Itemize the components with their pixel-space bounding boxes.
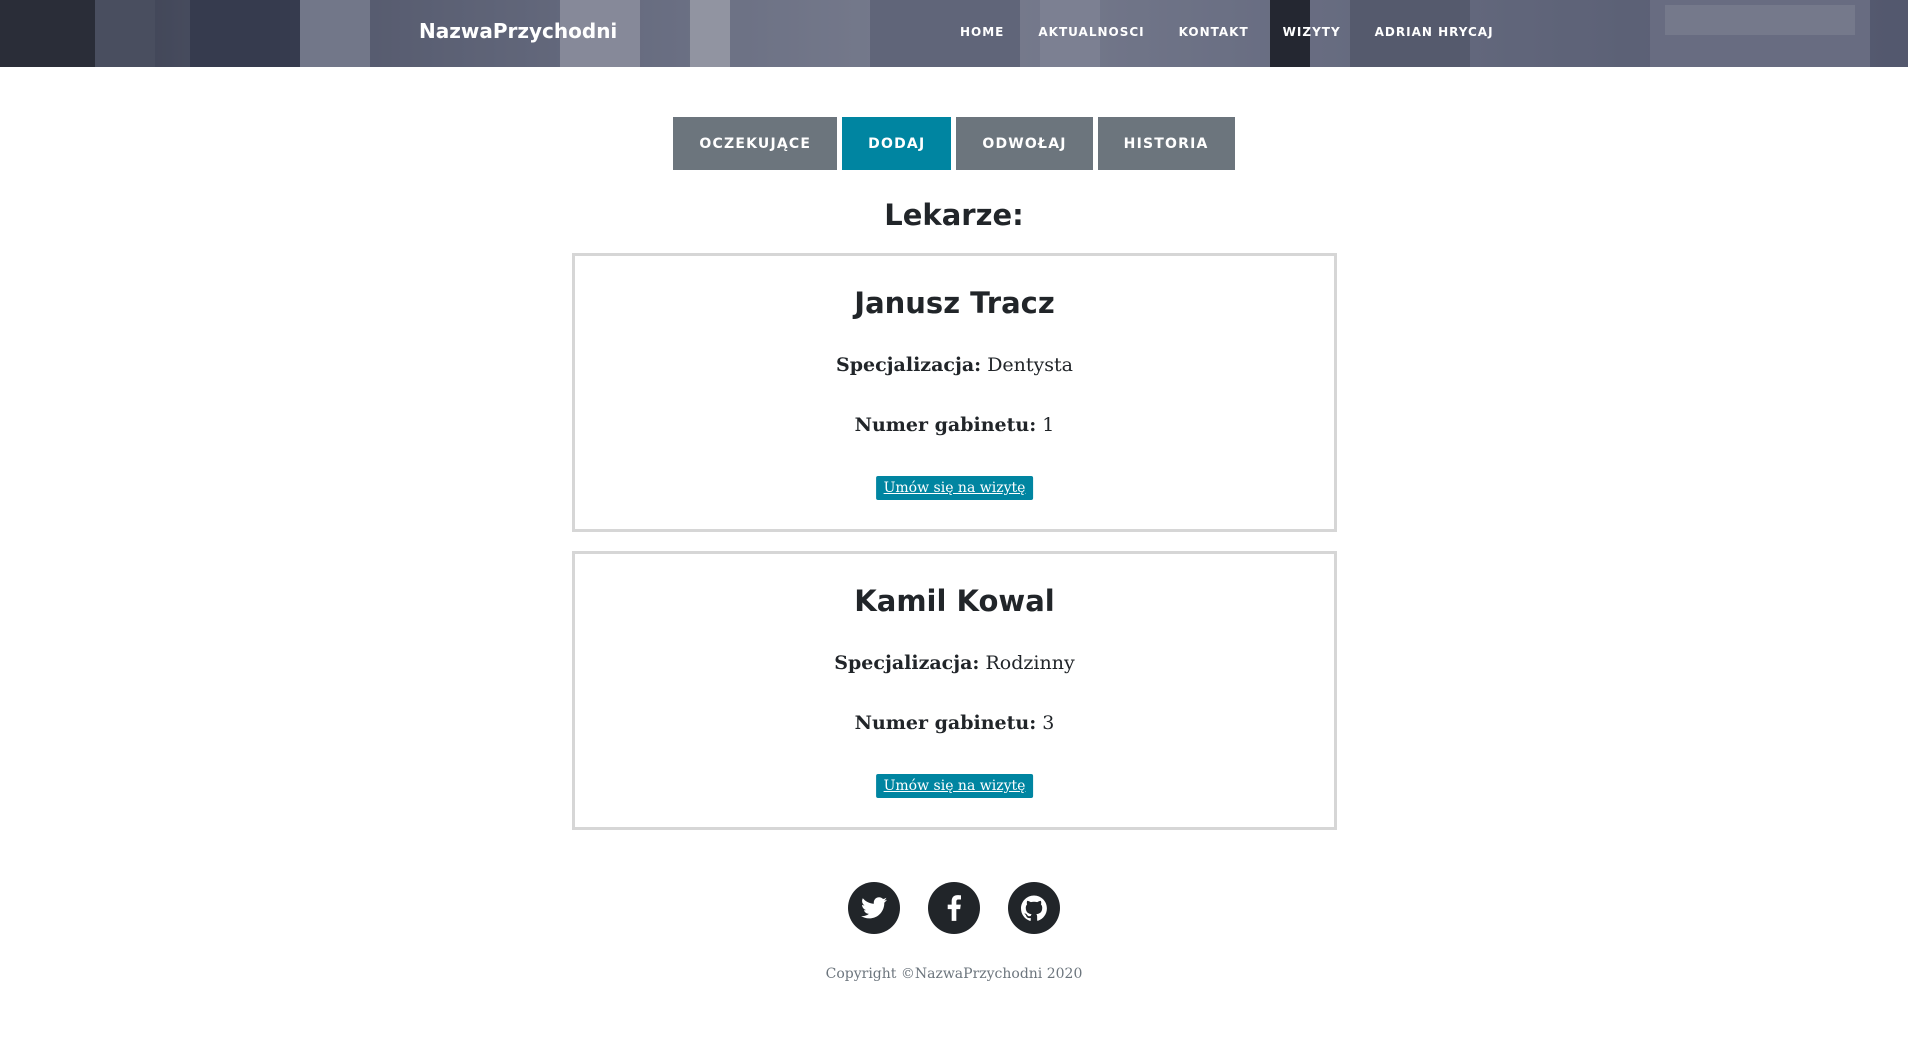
twitter-link[interactable] [848, 882, 900, 934]
brand-logo-link[interactable]: NazwaPrzychodni [419, 19, 617, 43]
twitter-icon [861, 897, 887, 919]
facebook-link[interactable] [928, 882, 980, 934]
specialization-label: Specjalizacja: [834, 652, 980, 674]
nav-link-user-account[interactable]: ADRIAN HRYCAJ [1375, 25, 1494, 39]
github-icon [1021, 895, 1047, 921]
doctor-name: Janusz Tracz [854, 286, 1055, 320]
tab-oczekujace[interactable]: OCZEKUJĄCE [673, 117, 838, 170]
visit-tabs: OCZEKUJĄCE DODAJ ODWOŁAJ HISTORIA [0, 117, 1908, 170]
doctor-card: Janusz Tracz Specjalizacja: Dentysta Num… [572, 253, 1337, 532]
nav-link-aktualnosci[interactable]: AKTUALNOSCI [1038, 25, 1144, 39]
tab-odwolaj[interactable]: ODWOŁAJ [956, 117, 1093, 170]
doctor-room: Numer gabinetu: 3 [575, 712, 1334, 734]
doctor-room: Numer gabinetu: 1 [575, 414, 1334, 436]
room-value: 1 [1042, 414, 1055, 436]
room-value: 3 [1042, 712, 1055, 734]
doctor-name: Kamil Kowal [854, 584, 1055, 618]
doctor-specialization: Specjalizacja: Dentysta [575, 354, 1334, 376]
nav-link-home[interactable]: HOME [960, 25, 1004, 39]
doctor-specialization: Specjalizacja: Rodzinny [575, 652, 1334, 674]
doctor-card: Kamil Kowal Specjalizacja: Rodzinny Nume… [572, 551, 1337, 830]
room-label: Numer gabinetu: [854, 712, 1037, 734]
navbar: NazwaPrzychodni HOME AKTUALNOSCI KONTAKT… [0, 0, 1908, 67]
specialization-label: Specjalizacja: [836, 354, 982, 376]
book-visit-button[interactable]: Umów się na wizytę [875, 774, 1034, 798]
facebook-icon [947, 895, 961, 921]
tab-dodaj[interactable]: DODAJ [842, 117, 952, 170]
room-label: Numer gabinetu: [854, 414, 1037, 436]
section-title: Lekarze: [884, 198, 1024, 232]
specialization-value: Rodzinny [985, 652, 1075, 674]
main-nav: HOME AKTUALNOSCI KONTAKT WIZYTY ADRIAN H… [940, 25, 1494, 39]
specialization-value: Dentysta [987, 354, 1073, 376]
nav-link-wizyty[interactable]: WIZYTY [1283, 25, 1341, 39]
copyright-text: Copyright ©NazwaPrzychodni 2020 [825, 966, 1083, 982]
github-link[interactable] [1008, 882, 1060, 934]
book-visit-button[interactable]: Umów się na wizytę [875, 476, 1034, 500]
nav-link-kontakt[interactable]: KONTAKT [1179, 25, 1249, 39]
tab-historia[interactable]: HISTORIA [1097, 117, 1235, 170]
